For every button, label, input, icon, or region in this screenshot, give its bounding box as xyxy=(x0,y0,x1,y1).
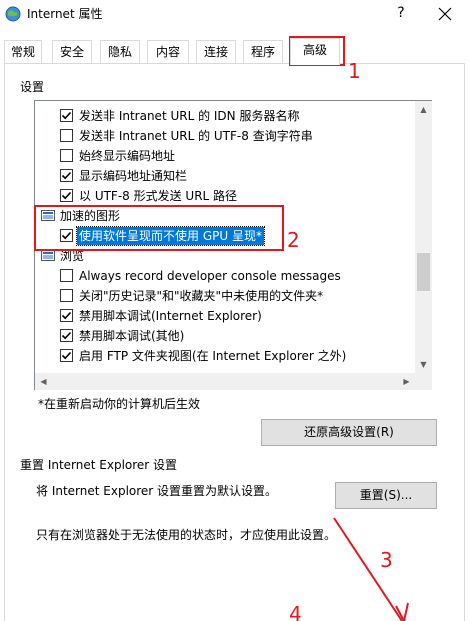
annotation-arrow xyxy=(333,517,409,621)
tab-advanced[interactable]: 高级 xyxy=(290,38,340,65)
